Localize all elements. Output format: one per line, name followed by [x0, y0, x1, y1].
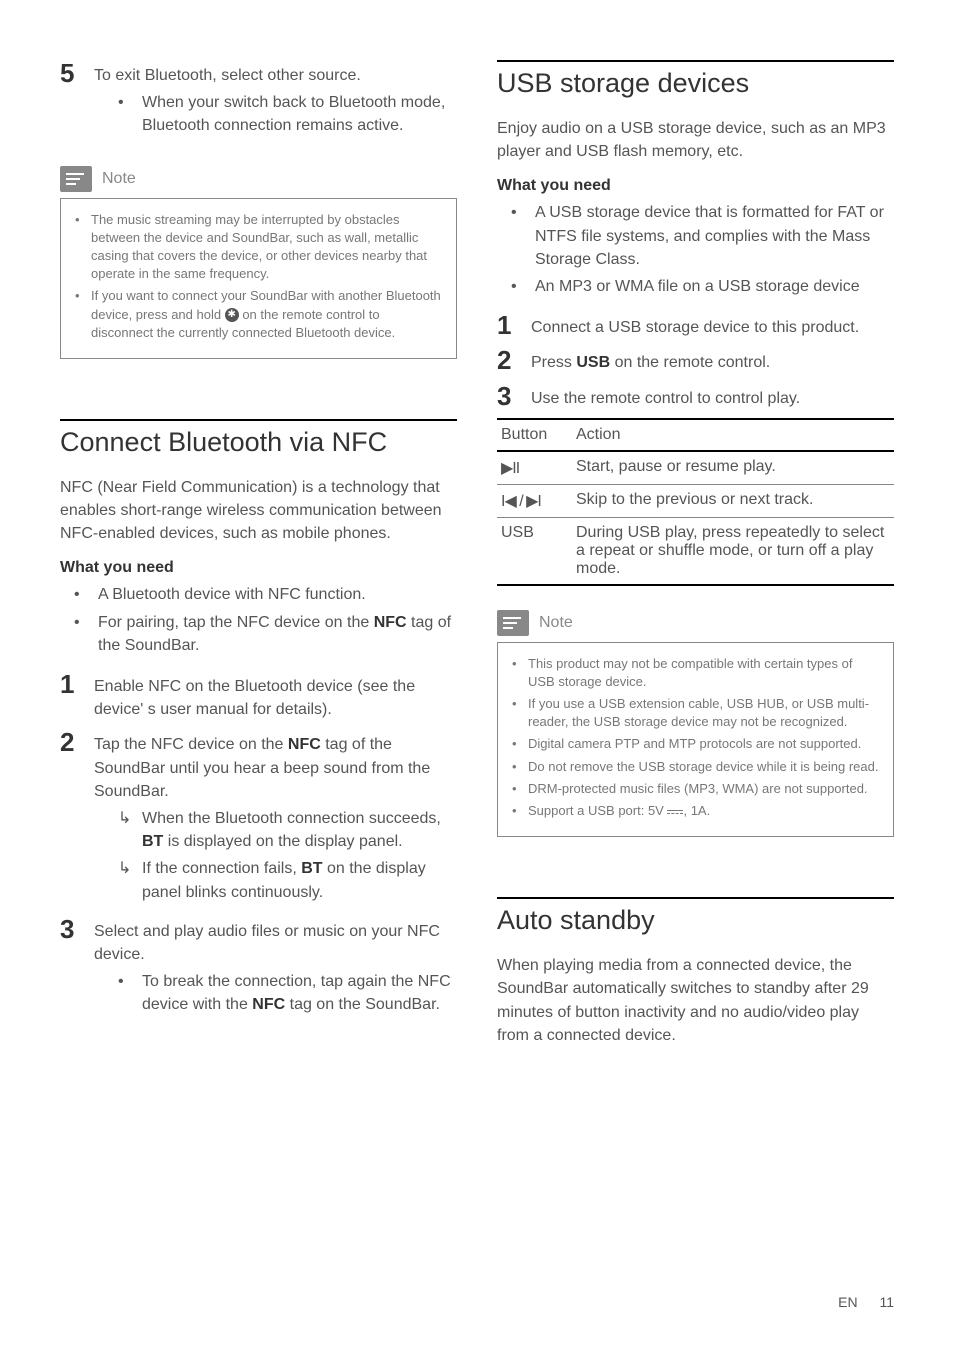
- note-box-2: Note This product may not be compatible …: [497, 610, 894, 838]
- step-number: 2: [497, 347, 517, 374]
- action-text: Skip to the previous or next track.: [572, 484, 894, 517]
- step-text: Select and play audio files or music on …: [94, 916, 457, 1021]
- nfc-step-2: 2 Tap the NFC device on the NFC tag of t…: [60, 729, 457, 907]
- footer-page: 11: [879, 1294, 894, 1310]
- usb-label: USB: [497, 517, 572, 585]
- play-pause-icon: ▶II: [497, 451, 572, 485]
- page-footer: EN 11: [838, 1294, 894, 1310]
- step-text: To exit Bluetooth, select other source. …: [94, 60, 457, 142]
- note-body: This product may not be compatible with …: [497, 642, 894, 838]
- step-number: 1: [497, 312, 517, 339]
- page-content: 5 To exit Bluetooth, select other source…: [0, 0, 954, 1091]
- dc-icon: [667, 810, 683, 814]
- nfc-step-1: 1 Enable NFC on the Bluetooth device (se…: [60, 671, 457, 721]
- note2-item: If you use a USB extension cable, USB HU…: [512, 695, 879, 731]
- table-row: USB During USB play, press repeatedly to…: [497, 517, 894, 585]
- step-number: 5: [60, 60, 80, 142]
- note1-item1: The music streaming may be interrupted b…: [75, 211, 442, 284]
- th-action: Action: [572, 419, 894, 451]
- nfc-result-2: If the connection fails, BT on the displ…: [118, 857, 457, 903]
- usb-heading: USB storage devices: [497, 60, 894, 99]
- step-list: 5 To exit Bluetooth, select other source…: [60, 60, 457, 142]
- step5-text: To exit Bluetooth, select other source.: [94, 67, 361, 84]
- usb-intro: Enjoy audio on a USB storage device, suc…: [497, 117, 894, 163]
- nfc-step-3: 3 Select and play audio files or music o…: [60, 916, 457, 1021]
- step-text: Press USB on the remote control.: [531, 347, 894, 374]
- usb-step-2: 2 Press USB on the remote control.: [497, 347, 894, 374]
- note2-item: This product may not be compatible with …: [512, 655, 879, 691]
- nfc-result-1: When the Bluetooth connection succeeds, …: [118, 807, 457, 853]
- step-number: 1: [60, 671, 80, 721]
- action-text: During USB play, press repeatedly to sel…: [572, 517, 894, 585]
- action-text: Start, pause or resume play.: [572, 451, 894, 485]
- step-5: 5 To exit Bluetooth, select other source…: [60, 60, 457, 142]
- step5-sub: When your switch back to Bluetooth mode,…: [118, 91, 457, 137]
- table-row: ▶II Start, pause or resume play.: [497, 451, 894, 485]
- note1-item2: If you want to connect your SoundBar wit…: [75, 287, 442, 342]
- note-title: Note: [102, 170, 136, 188]
- nfc-step3-sub: To break the connection, tap again the N…: [118, 970, 457, 1016]
- note2-item: Do not remove the USB storage device whi…: [512, 758, 879, 776]
- usb-step-3: 3 Use the remote control to control play…: [497, 383, 894, 410]
- note2-item: Digital camera PTP and MTP protocols are…: [512, 735, 879, 753]
- note-body: The music streaming may be interrupted b…: [60, 198, 457, 359]
- step-number: 3: [497, 383, 517, 410]
- left-column: 5 To exit Bluetooth, select other source…: [60, 60, 457, 1061]
- nfc-need-label: What you need: [60, 559, 457, 577]
- note2-item: Support a USB port: 5V , 1A.: [512, 802, 879, 820]
- note-icon: [497, 610, 529, 636]
- usb-steps: 1 Connect a USB storage device to this p…: [497, 312, 894, 410]
- step-text: Connect a USB storage device to this pro…: [531, 312, 894, 339]
- th-button: Button: [497, 419, 572, 451]
- auto-heading: Auto standby: [497, 897, 894, 936]
- usb-need-2: An MP3 or WMA file on a USB storage devi…: [511, 275, 894, 298]
- step-number: 2: [60, 729, 80, 907]
- table-row: I◀ / ▶I Skip to the previous or next tra…: [497, 484, 894, 517]
- nfc-steps: 1 Enable NFC on the Bluetooth device (se…: [60, 671, 457, 1020]
- usb-need-1: A USB storage device that is formatted f…: [511, 201, 894, 271]
- step-text: Tap the NFC device on the NFC tag of the…: [94, 729, 457, 907]
- usb-step-1: 1 Connect a USB storage device to this p…: [497, 312, 894, 339]
- button-table: Button Action ▶II Start, pause or resume…: [497, 418, 894, 586]
- step-number: 3: [60, 916, 80, 1021]
- note-box-1: Note The music streaming may be interrup…: [60, 166, 457, 359]
- note-icon: [60, 166, 92, 192]
- step-text: Enable NFC on the Bluetooth device (see …: [94, 671, 457, 721]
- footer-lang: EN: [838, 1294, 857, 1310]
- nfc-heading: Connect Bluetooth via NFC: [60, 419, 457, 458]
- bluetooth-icon: ✱: [225, 308, 239, 322]
- nfc-intro: NFC (Near Field Communication) is a tech…: [60, 476, 457, 546]
- nfc-need-1: A Bluetooth device with NFC function.: [74, 583, 457, 606]
- prev-next-icon: I◀ / ▶I: [497, 484, 572, 517]
- step-text: Use the remote control to control play.: [531, 383, 894, 410]
- note-title: Note: [539, 614, 573, 632]
- nfc-need-2: For pairing, tap the NFC device on the N…: [74, 611, 457, 657]
- usb-need-label: What you need: [497, 177, 894, 195]
- right-column: USB storage devices Enjoy audio on a USB…: [497, 60, 894, 1061]
- note2-item: DRM-protected music files (MP3, WMA) are…: [512, 780, 879, 798]
- auto-text: When playing media from a connected devi…: [497, 954, 894, 1047]
